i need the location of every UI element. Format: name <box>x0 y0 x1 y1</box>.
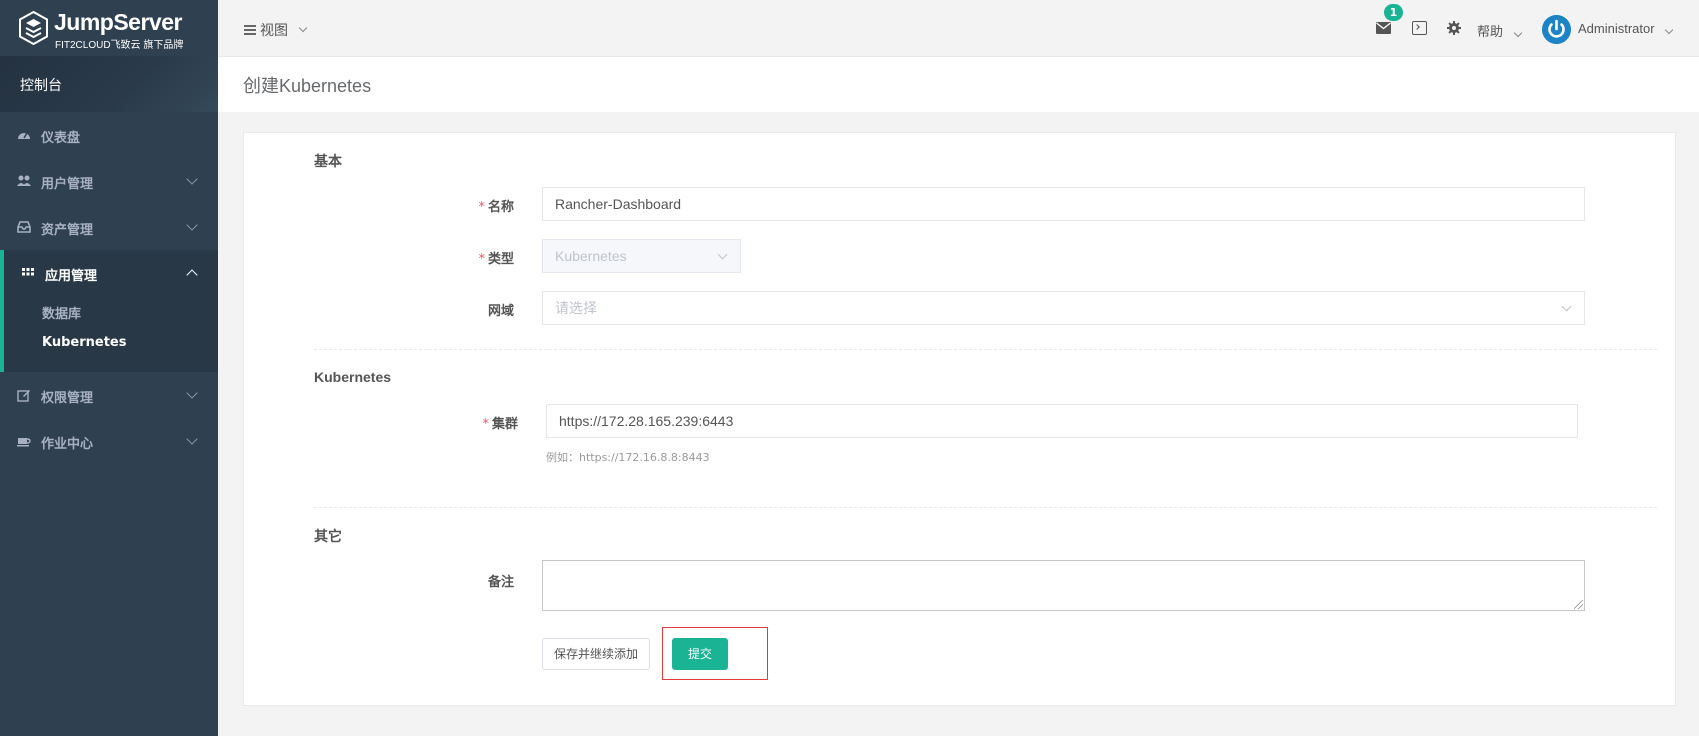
section-title-kubernetes: Kubernetes <box>314 369 392 385</box>
jumpserver-logo-icon <box>19 11 48 45</box>
name-input[interactable]: Rancher-Dashboard <box>542 187 1585 221</box>
sidebar-item-users[interactable]: 用户管理 <box>0 158 218 204</box>
type-label-text: 类型 <box>487 252 514 267</box>
sidebar-subitem-kubernetes[interactable]: Kubernetes <box>4 328 218 360</box>
logo[interactable]: JumpServer FIT2CLOUD飞致云 旗下品牌 <box>0 0 218 56</box>
gear-icon[interactable] <box>1447 21 1461 35</box>
sidebar: JumpServer FIT2CLOUD飞致云 旗下品牌 控制台 仪表盘 用户管… <box>0 0 218 736</box>
type-select-value: Kubernetes <box>555 248 627 264</box>
section-title-other: 其它 <box>314 528 342 544</box>
sidebar-subitem-database[interactable]: 数据库 <box>4 296 218 328</box>
page-header: 创建Kubernetes <box>218 57 1699 112</box>
users-icon <box>17 175 31 186</box>
dashboard-icon <box>18 132 30 139</box>
resize-handle-icon[interactable] <box>1574 600 1583 609</box>
name-label: * 名称 <box>414 196 514 215</box>
view-label: 视图 <box>260 23 288 39</box>
mail-count-badge: 1 <box>1384 4 1403 21</box>
required-mark: * <box>482 417 489 432</box>
user-name: Administrator <box>1578 21 1655 36</box>
sidebar-item-dashboard[interactable]: 仪表盘 <box>0 112 218 158</box>
required-mark: * <box>478 200 485 215</box>
required-mark: * <box>478 252 485 267</box>
chevron-down-icon <box>186 387 198 399</box>
console-header[interactable]: 控制台 <box>0 56 218 112</box>
inbox-icon <box>17 221 31 233</box>
help-label: 帮助 <box>1477 25 1504 40</box>
chevron-down-icon <box>186 433 198 445</box>
type-select[interactable]: Kubernetes <box>542 239 741 273</box>
user-menu[interactable]: Administrator <box>1578 21 1674 36</box>
sidebar-item-jobs[interactable]: 作业中心 <box>0 418 218 464</box>
sidebar-item-label: 权限管理 <box>41 391 94 406</box>
chevron-down-icon <box>298 23 308 33</box>
brand-subtitle: FIT2CLOUD飞致云 旗下品牌 <box>55 40 184 51</box>
domain-select-placeholder: 请选择 <box>555 300 597 316</box>
mail-icon[interactable] <box>1376 22 1391 34</box>
coffee-icon <box>17 438 31 447</box>
section-title-basic: 基本 <box>314 153 342 169</box>
top-navbar: 视图 1 帮助 Administrator <box>218 0 1699 57</box>
domain-label: 网域 <box>487 304 514 319</box>
cluster-label-text: 集群 <box>491 417 518 432</box>
type-label: * 类型 <box>414 248 514 267</box>
chevron-down-icon <box>186 219 198 231</box>
sidebar-item-assets[interactable]: 资产管理 <box>0 204 218 250</box>
comment-label: 备注 <box>487 575 514 590</box>
cluster-input[interactable]: https://172.28.165.239:6443 <box>546 404 1578 438</box>
cluster-label: * 集群 <box>418 413 518 432</box>
view-menu[interactable]: 视图 <box>244 20 308 40</box>
cluster-hint: 例如：https://172.16.8.8:8443 <box>546 451 710 464</box>
name-label-text: 名称 <box>487 200 514 215</box>
menu-icon <box>244 25 256 35</box>
grid-icon <box>22 268 34 276</box>
comment-textarea[interactable] <box>542 560 1585 611</box>
chevron-down-icon <box>1561 301 1572 312</box>
chevron-up-icon <box>186 269 198 281</box>
domain-select[interactable]: 请选择 <box>542 291 1585 325</box>
sidebar-item-label: 资产管理 <box>41 223 94 238</box>
chevron-down-icon <box>1664 25 1674 35</box>
save-and-continue-button[interactable]: 保存并继续添加 <box>542 638 650 670</box>
sidebar-item-label: 应用管理 <box>45 269 98 284</box>
sidebar-item-applications-header[interactable]: 应用管理 <box>4 250 218 296</box>
page-title: 创建Kubernetes <box>243 76 372 96</box>
avatar[interactable] <box>1542 15 1571 44</box>
sidebar-item-applications[interactable]: 应用管理 数据库 Kubernetes <box>0 250 218 372</box>
chevron-down-icon <box>1513 28 1523 38</box>
help-menu[interactable]: 帮助 <box>1477 21 1523 40</box>
web-terminal-icon[interactable] <box>1412 21 1427 35</box>
sidebar-item-label: 仪表盘 <box>41 131 81 146</box>
form-card: 基本 * 名称 Rancher-Dashboard * 类型 Kubernetes … <box>243 132 1676 706</box>
chevron-down-icon <box>717 249 728 260</box>
edit-icon <box>17 390 30 402</box>
annotation-highlight-box <box>662 627 768 680</box>
sidebar-item-label: 用户管理 <box>41 177 94 192</box>
sidebar-item-permissions[interactable]: 权限管理 <box>0 372 218 418</box>
sidebar-submenu: 数据库 Kubernetes <box>4 296 218 372</box>
console-label: 控制台 <box>20 78 62 94</box>
sidebar-nav: 仪表盘 用户管理 资产管理 应用管理 数据库 Kubernetes 权限管理 作… <box>0 112 218 464</box>
sidebar-item-label: 作业中心 <box>41 437 94 452</box>
section-divider <box>314 507 1657 508</box>
chevron-down-icon <box>186 173 198 185</box>
section-divider <box>314 349 1657 350</box>
brand-title: JumpServer <box>54 9 182 35</box>
